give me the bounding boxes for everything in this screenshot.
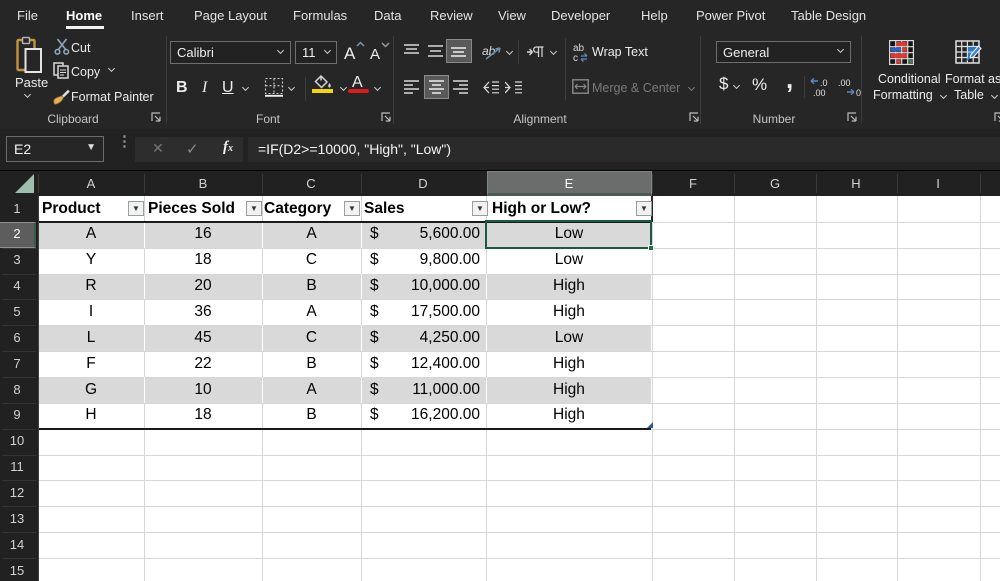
svg-text:.0: .0 [820, 78, 828, 88]
svg-text:.00: .00 [813, 88, 826, 97]
svg-text:c: c [573, 53, 578, 62]
svg-text:.00: .00 [838, 78, 851, 88]
svg-text:0: 0 [856, 88, 861, 97]
